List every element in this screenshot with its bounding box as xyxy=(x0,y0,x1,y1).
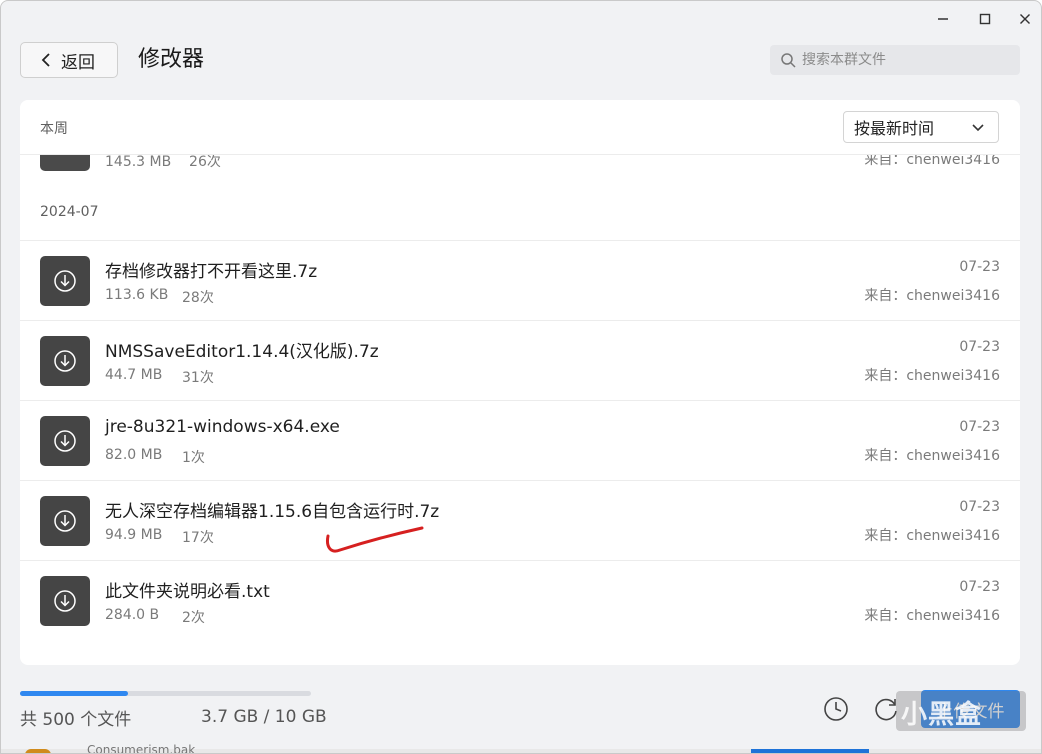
chevron-down-icon xyxy=(972,124,984,132)
download-icon[interactable] xyxy=(40,336,90,386)
history-button[interactable] xyxy=(823,696,849,722)
download-count: 28次 xyxy=(182,290,214,306)
file-size: 284.0 B xyxy=(105,607,160,623)
file-source: 来自：chenwei3416 xyxy=(864,608,1000,624)
page-title: 修改器 xyxy=(138,47,205,72)
download-icon[interactable] xyxy=(40,496,90,546)
file-date: 07-23 xyxy=(959,579,1000,595)
file-date: 07-23 xyxy=(959,339,1000,355)
download-icon[interactable] xyxy=(40,416,90,466)
file-source: 来自：chenwei3416 xyxy=(864,368,1000,384)
storage-progress-bar xyxy=(20,691,311,696)
download-count: 31次 xyxy=(182,370,214,386)
list-item[interactable]: 无人深空存档编辑器1.15.6自包含运行时.7z 94.9 MB 17次 07-… xyxy=(20,480,1020,560)
list-item[interactable]: 存档修改器打不开看这里.7z 113.6 KB 28次 07-23 来自：che… xyxy=(20,240,1020,320)
refresh-button[interactable] xyxy=(873,696,899,722)
file-total-count: 共 500 个文件 xyxy=(20,710,132,730)
app-icon xyxy=(25,749,51,753)
taskbar-strip: Consumerism.bak xyxy=(1,743,1041,753)
close-button[interactable] xyxy=(1014,9,1036,29)
taskbar-text: Consumerism.bak xyxy=(87,743,196,754)
sort-dropdown[interactable]: 按最新时间 xyxy=(843,111,999,143)
file-date: 07-23 xyxy=(959,259,1000,275)
minimize-button[interactable] xyxy=(932,9,954,29)
taskbar-active-item xyxy=(751,749,869,753)
download-icon[interactable] xyxy=(40,256,90,306)
download-count: 2次 xyxy=(182,610,205,626)
file-size: 94.9 MB xyxy=(105,527,163,543)
search-input[interactable] xyxy=(802,52,1012,68)
close-icon xyxy=(1020,14,1030,24)
file-list: 145.3 MB 26次 来自：chenwei3416 2024-07 存档修改… xyxy=(20,100,1020,665)
list-item[interactable]: jre-8u321-windows-x64.exe 82.0 MB 1次 07-… xyxy=(20,400,1020,480)
file-source: 来自：chenwei3416 xyxy=(864,528,1000,544)
file-size: 113.6 KB xyxy=(105,287,169,303)
file-size: 44.7 MB xyxy=(105,367,163,383)
clock-icon xyxy=(824,697,848,721)
file-size: 82.0 MB xyxy=(105,447,163,463)
back-button-label: 返回 xyxy=(61,52,95,73)
file-list-panel: 145.3 MB 26次 来自：chenwei3416 2024-07 存档修改… xyxy=(20,100,1020,665)
file-source: 来自：chenwei3416 xyxy=(864,288,1000,304)
group-files-window: 返回 修改器 145.3 MB 26次 来自：chenwei3416 2024-… xyxy=(0,0,1042,754)
file-name[interactable]: jre-8u321-windows-x64.exe xyxy=(105,417,340,437)
file-name[interactable]: 存档修改器打不开看这里.7z xyxy=(105,257,317,282)
list-header: 本周 按最新时间 xyxy=(20,100,1020,155)
minimize-icon xyxy=(938,18,948,20)
file-name[interactable]: NMSSaveEditor1.14.4(汉化版).7z xyxy=(105,337,379,362)
search-icon xyxy=(781,53,796,68)
list-item[interactable]: NMSSaveEditor1.14.4(汉化版).7z 44.7 MB 31次 … xyxy=(20,320,1020,400)
upload-file-button[interactable]: 上传文件 xyxy=(921,690,1020,728)
file-name[interactable]: 此文件夹说明必看.txt xyxy=(105,577,270,602)
list-item[interactable]: 此文件夹说明必看.txt 284.0 B 2次 07-23 来自：chenwei… xyxy=(20,560,1020,640)
section-label: 本周 xyxy=(40,121,68,137)
file-name[interactable]: 无人深空存档编辑器1.15.6自包含运行时.7z xyxy=(105,497,439,522)
storage-progress-fill xyxy=(20,691,128,696)
download-count: 17次 xyxy=(182,530,214,546)
date-group-label: 2024-07 xyxy=(40,204,99,220)
download-icon[interactable] xyxy=(40,576,90,626)
file-date: 07-23 xyxy=(959,419,1000,435)
file-source: 来自：chenwei3416 xyxy=(864,448,1000,464)
back-button[interactable]: 返回 xyxy=(20,42,118,78)
chevron-left-icon xyxy=(41,53,50,67)
file-date: 07-23 xyxy=(959,499,1000,515)
sort-value: 按最新时间 xyxy=(854,119,935,138)
refresh-icon xyxy=(875,698,897,721)
maximize-icon xyxy=(979,13,991,25)
storage-usage: 3.7 GB / 10 GB xyxy=(201,707,327,727)
maximize-button[interactable] xyxy=(974,9,996,29)
download-count: 1次 xyxy=(182,450,205,466)
search-box[interactable] xyxy=(770,45,1020,75)
